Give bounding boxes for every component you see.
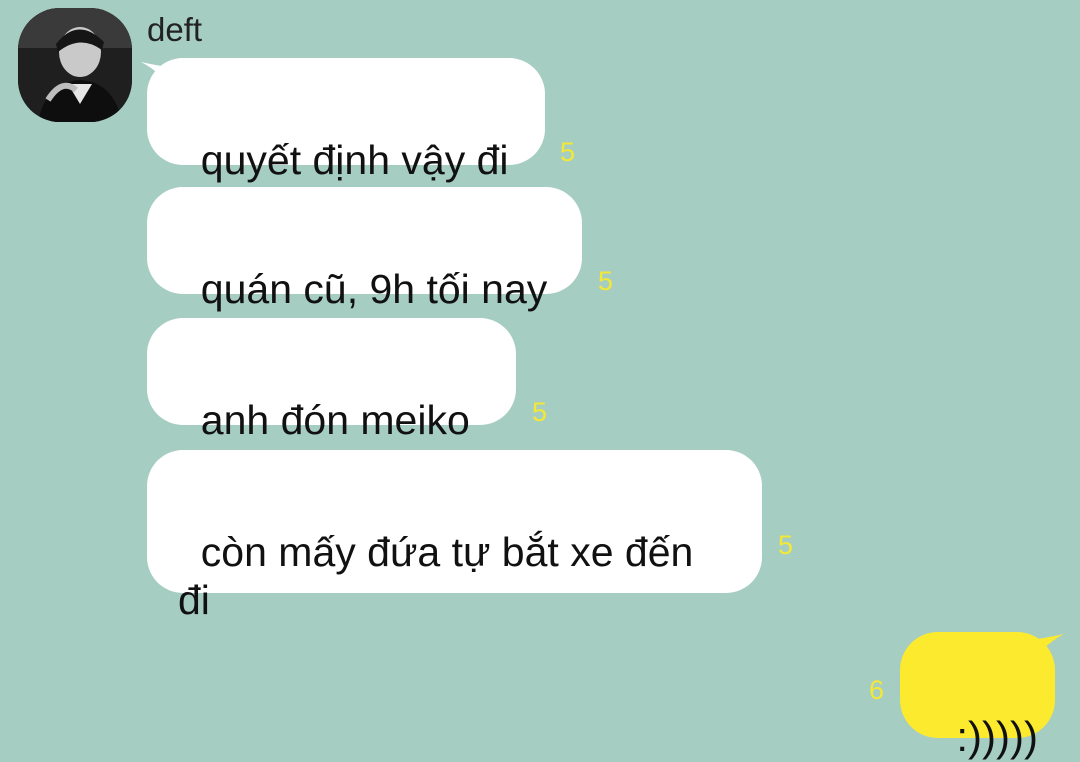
message-text: :))))) [956, 713, 1038, 760]
sender-name: deft [147, 11, 203, 48]
message-text: quyết định vậy đi [200, 137, 509, 183]
unread-count: 5 [778, 530, 794, 560]
message-bubble-outgoing[interactable]: :))))) [900, 632, 1055, 760]
message-text: còn mấy đứa tự bắt xe đến đi [178, 529, 705, 623]
message-bubble-incoming[interactable]: anh đón meiko [147, 318, 516, 443]
unread-count: 5 [560, 137, 576, 167]
message-bubble-incoming[interactable]: còn mấy đứa tự bắt xe đến đi [147, 450, 762, 623]
message-bubble-incoming[interactable]: quán cũ, 9h tối nay [147, 187, 582, 312]
message-bubble-incoming[interactable]: quyết định vậy đi [147, 58, 545, 183]
profile-photo-icon [18, 8, 132, 122]
unread-count: 5 [532, 397, 548, 427]
message-text: anh đón meiko [200, 397, 470, 443]
unread-count: 5 [598, 266, 614, 296]
sender-avatar[interactable] [18, 8, 132, 122]
message-text: quán cũ, 9h tối nay [200, 266, 548, 312]
unread-count: 6 [869, 675, 885, 705]
